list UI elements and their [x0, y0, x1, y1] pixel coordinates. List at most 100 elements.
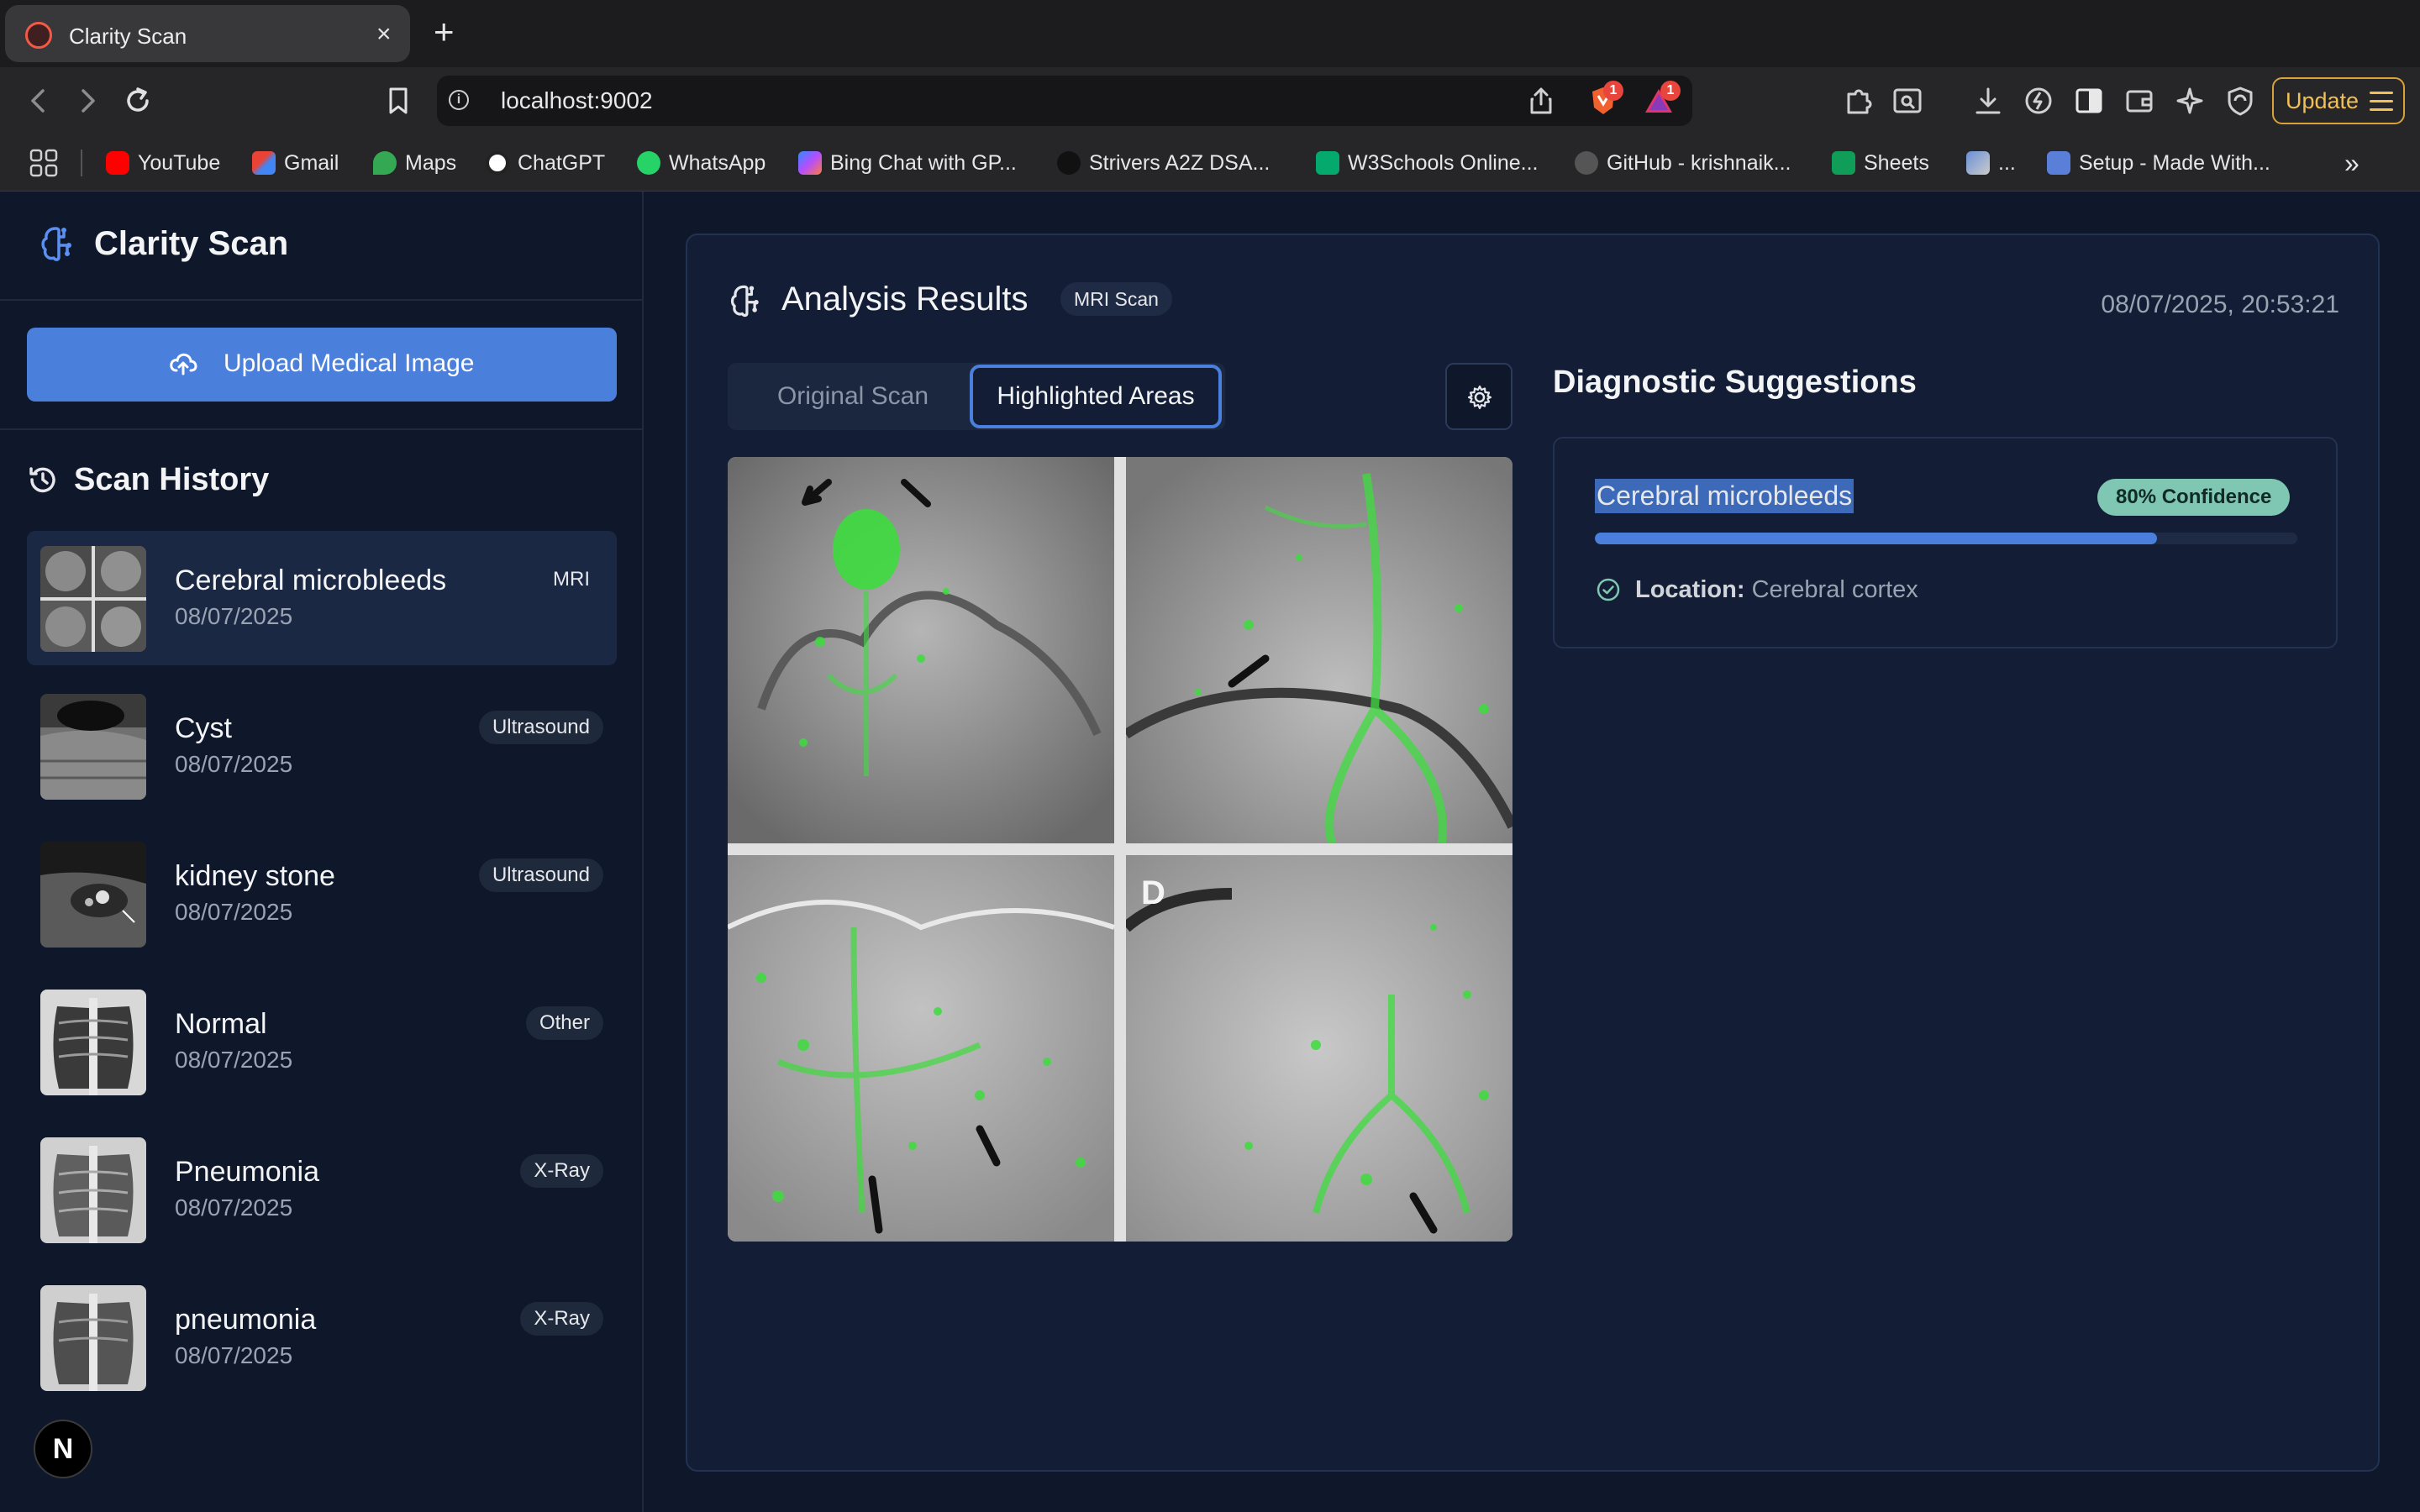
mri-thumbnail	[40, 546, 146, 652]
bookmark-strivers[interactable]: Strivers A2Z DSA...	[1057, 150, 1270, 176]
apps-grid-icon[interactable]	[29, 148, 59, 178]
vpn-shield-icon[interactable]	[2222, 82, 2259, 119]
gmail-icon	[252, 151, 276, 175]
reload-icon[interactable]	[119, 82, 156, 119]
bookmark-chatgpt[interactable]: ChatGPT	[486, 150, 605, 176]
sidebar-divider	[0, 299, 644, 301]
screenshot-search-icon[interactable]	[1889, 82, 1926, 119]
history-item-tag: Ultrasound	[478, 858, 603, 892]
upload-button-label: Upload Medical Image	[224, 349, 475, 377]
bookmark-maps[interactable]: Maps	[373, 150, 456, 176]
analysis-results-title: Analysis Results	[781, 281, 1028, 318]
bookmark-bing-chat[interactable]: Bing Chat with GP...	[798, 150, 1017, 176]
maps-icon	[373, 151, 397, 175]
brand-title: Clarity Scan	[94, 225, 289, 262]
diagnosis-location: Location: Cerebral cortex	[1635, 576, 1918, 604]
sheets-icon	[1832, 151, 1855, 175]
location-value: Cerebral cortex	[1751, 576, 1918, 603]
sidebar-toggle-icon[interactable]	[2070, 82, 2107, 119]
tab-close-icon[interactable]: ×	[376, 22, 392, 47]
settings-button[interactable]	[1445, 363, 1512, 430]
download-icon[interactable]	[1970, 82, 2007, 119]
history-item-kidney-stone[interactable]: kidney stone 08/07/2025 Ultrasound	[27, 827, 617, 961]
forward-icon[interactable]	[69, 82, 106, 119]
bookmark-image[interactable]: ...	[1966, 150, 2016, 176]
w3schools-icon	[1316, 151, 1339, 175]
update-button[interactable]: Update	[2272, 77, 2405, 124]
location-label: Location:	[1635, 576, 1745, 603]
history-item-tag: X-Ray	[520, 1154, 603, 1188]
highlighted-scan-image: D	[728, 457, 1512, 1242]
striver-icon	[1057, 151, 1081, 175]
tab-title: Clarity Scan	[69, 24, 187, 49]
history-item-name: pneumonia	[175, 1304, 317, 1336]
shield-count-badge: 1	[1603, 81, 1623, 101]
history-item-cyst[interactable]: Cyst 08/07/2025 Ultrasound	[27, 679, 617, 813]
diagnosis-name: Cerebral microbleeds	[1595, 479, 1854, 513]
brain-icon	[730, 285, 759, 318]
bookmark-github[interactable]: GitHub - krishnaik...	[1575, 150, 1791, 176]
ultrasound-thumbnail	[40, 694, 146, 800]
history-item-name: kidney stone	[175, 860, 335, 892]
gear-icon	[1467, 385, 1492, 410]
leo-icon[interactable]	[2020, 82, 2057, 119]
extensions-icon[interactable]	[1840, 82, 1877, 119]
history-icon	[29, 467, 55, 493]
history-item-date: 08/07/2025	[175, 751, 293, 777]
bookmark-setup[interactable]: Setup - Made With...	[2047, 150, 2270, 176]
update-label: Update	[2286, 88, 2360, 113]
bookmark-sheets[interactable]: Sheets	[1832, 150, 1929, 176]
tab-highlighted-areas[interactable]: Highlighted Areas	[970, 365, 1222, 428]
bookmark-gmail[interactable]: Gmail	[252, 150, 339, 176]
browser-tab[interactable]: Clarity Scan ×	[5, 5, 410, 62]
more-bookmarks-icon[interactable]: »	[2344, 150, 2360, 176]
share-icon[interactable]	[1523, 82, 1560, 119]
menu-icon	[2370, 92, 2393, 117]
github-icon	[1575, 151, 1598, 175]
history-item-cerebral-microbleeds[interactable]: Cerebral microbleeds 08/07/2025 MRI	[27, 531, 617, 665]
history-item-normal[interactable]: Normal 08/07/2025 Other	[27, 974, 617, 1109]
history-item-date: 08/07/2025	[175, 603, 293, 629]
tab-original-scan[interactable]: Original Scan	[739, 370, 966, 423]
nextjs-dev-indicator[interactable]: N	[34, 1420, 92, 1478]
back-icon[interactable]	[20, 82, 57, 119]
bookmark-w3schools[interactable]: W3Schools Online...	[1316, 150, 1539, 176]
bookmark-whatsapp[interactable]: WhatsApp	[637, 150, 765, 176]
ai-sparkle-icon[interactable]	[2171, 82, 2208, 119]
history-item-name: Cerebral microbleeds	[175, 564, 447, 596]
history-item-date: 08/07/2025	[175, 1047, 293, 1073]
ultrasound-thumbnail	[40, 842, 146, 948]
history-item-name: Cyst	[175, 712, 232, 744]
confidence-bar	[1595, 533, 2297, 544]
history-item-name: Normal	[175, 1008, 267, 1040]
cloud-upload-icon	[170, 353, 197, 375]
brain-logo-icon	[41, 227, 71, 261]
history-item-tag: MRI	[539, 563, 603, 596]
site-info-icon[interactable]: i	[449, 90, 469, 110]
new-tab-button[interactable]: +	[434, 13, 455, 50]
xray-thumbnail	[40, 990, 146, 1095]
history-item-tag: Ultrasound	[478, 711, 603, 744]
bookmarks-divider	[81, 150, 82, 176]
history-item-tag: Other	[525, 1006, 603, 1040]
history-item-pneumonia-2[interactable]: pneumonia 08/07/2025 X-Ray	[27, 1270, 617, 1404]
youtube-icon	[106, 151, 129, 175]
setup-icon	[2047, 151, 2070, 175]
history-item-name: Pneumonia	[175, 1156, 320, 1188]
image-icon	[1966, 151, 1990, 175]
wallet-icon[interactable]	[2121, 82, 2158, 119]
scan-type-badge: MRI Scan	[1060, 282, 1172, 316]
url-text[interactable]: localhost:9002	[501, 87, 653, 114]
history-item-date: 08/07/2025	[175, 1342, 293, 1368]
quadrant-label: D	[1141, 874, 1165, 911]
history-item-date: 08/07/2025	[175, 1194, 293, 1221]
xray-thumbnail	[40, 1285, 146, 1391]
rewards-count-badge: 1	[1660, 81, 1681, 101]
scan-history-title: Scan History	[74, 462, 270, 497]
xray-thumbnail	[40, 1137, 146, 1243]
chatgpt-icon	[486, 151, 509, 175]
history-item-pneumonia[interactable]: Pneumonia 08/07/2025 X-Ray	[27, 1122, 617, 1257]
bookmark-icon[interactable]	[380, 82, 417, 119]
tab-favicon-icon	[25, 22, 52, 49]
bookmark-youtube[interactable]: YouTube	[106, 150, 220, 176]
